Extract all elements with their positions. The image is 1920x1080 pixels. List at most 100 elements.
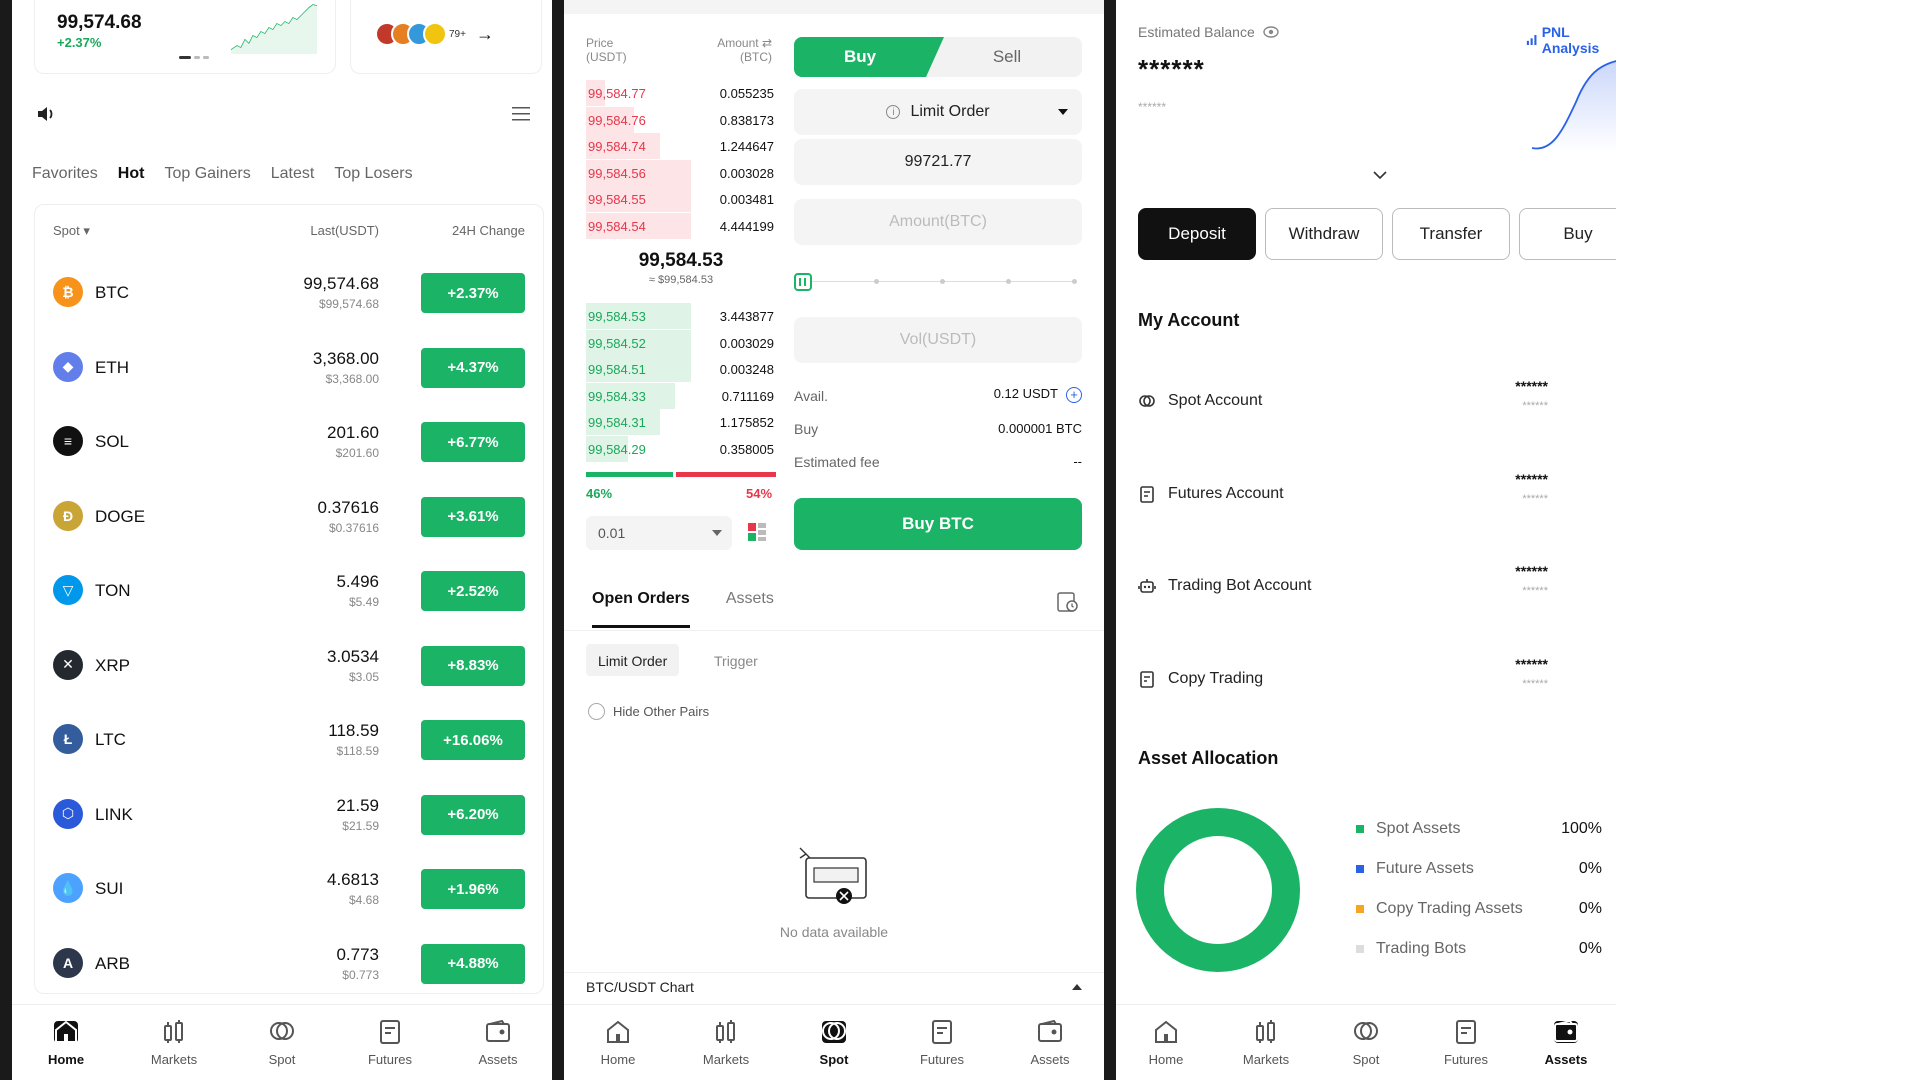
nav-home[interactable]: Home <box>1121 1018 1211 1067</box>
buy-button[interactable]: Buy <box>1519 208 1616 260</box>
ask-row[interactable]: 99,584.56 0.003028 <box>586 159 776 186</box>
amount-slider[interactable] <box>794 272 1082 292</box>
coin-row-doge[interactable]: Ð DOGE 0.37616 $0.37616 +3.61% <box>35 477 543 551</box>
price-input[interactable]: 99721.77 <box>794 139 1082 185</box>
nav-markets[interactable]: Markets <box>1221 1018 1311 1067</box>
tab-assets[interactable]: Assets <box>726 590 774 608</box>
transfer-button[interactable]: Transfer <box>1392 208 1510 260</box>
info-icon[interactable]: i <box>886 105 901 119</box>
nav-home[interactable]: Home <box>21 1018 111 1067</box>
tab-top-gainers[interactable]: Top Gainers <box>164 165 250 183</box>
buy-tab[interactable]: Buy <box>794 37 944 77</box>
coin-row-arb[interactable]: A ARB 0.773 $0.773 +4.88% <box>35 924 543 998</box>
bid-row[interactable]: 99,584.53 3.443877 <box>586 303 776 329</box>
bid-row[interactable]: 99,584.51 0.003248 <box>586 356 776 382</box>
chart-toggle-bar[interactable]: BTC/USDT Chart <box>564 972 1104 1002</box>
coin-row-btc[interactable]: ₿ BTC 99,574.68 $99,574.68 +2.37% <box>35 253 543 327</box>
change-badge[interactable]: +3.61% <box>421 496 525 537</box>
btc-price-card[interactable]: 99,574.68 +2.37% <box>34 0 336 74</box>
mid-price[interactable]: 99,584.53 ≈ $99,584.53 <box>586 250 776 286</box>
coin-row-eth[interactable]: ◆ ETH 3,368.00 $3,368.00 +4.37% <box>35 328 543 402</box>
chevron-down-icon[interactable] <box>1372 170 1388 180</box>
ask-row[interactable]: 99,584.55 0.003481 <box>586 186 776 212</box>
amount-input[interactable]: Amount(BTC) <box>794 199 1082 245</box>
speaker-icon[interactable] <box>36 104 58 124</box>
ask-row[interactable]: 99,584.77 0.055235 <box>586 80 776 106</box>
deposit-button[interactable]: Deposit <box>1138 208 1256 260</box>
account-row-trading-bot-account[interactable]: Trading Bot Account ****** ****** <box>1138 563 1616 623</box>
change-header[interactable]: 24H Change <box>452 223 525 238</box>
tab-top-losers[interactable]: Top Losers <box>334 165 412 183</box>
price-step-select[interactable]: 0.01 <box>586 516 732 550</box>
bid-row[interactable]: 99,584.31 1.175852 <box>586 409 776 435</box>
account-row-spot-account[interactable]: Spot Account ****** ****** <box>1138 378 1616 438</box>
nav-futures[interactable]: Futures <box>897 1018 987 1067</box>
orderbook-layout-icon[interactable] <box>747 522 767 542</box>
orders-tabs: Open Orders Assets <box>592 590 774 628</box>
slider-handle[interactable] <box>794 273 812 291</box>
nav-home[interactable]: Home <box>573 1018 663 1067</box>
coin-row-ton[interactable]: ▽ TON 5.496 $5.49 +2.52% <box>35 551 543 625</box>
last-price-header[interactable]: Last(USDT) <box>310 223 379 238</box>
tab-favorites[interactable]: Favorites <box>32 165 98 183</box>
change-badge[interactable]: +2.37% <box>421 273 525 313</box>
change-badge[interactable]: +8.83% <box>421 645 525 686</box>
coin-symbol: ARB <box>95 953 130 973</box>
eye-icon[interactable] <box>1263 26 1279 38</box>
add-funds-icon[interactable]: + <box>1066 386 1082 403</box>
market-list: Spot ▾ Last(USDT) 24H Change ₿ BTC 99,574.… <box>34 204 544 994</box>
order-type-select[interactable]: i Limit Order <box>794 89 1082 135</box>
order-history-icon[interactable] <box>1056 590 1080 614</box>
ask-row[interactable]: 99,584.54 4.444199 <box>586 212 776 239</box>
hide-other-pairs-toggle[interactable]: Hide Other Pairs <box>588 703 709 720</box>
coin-row-sol[interactable]: ≡ SOL 201.60 $201.60 +6.77% <box>35 402 543 476</box>
bid-row[interactable]: 99,584.33 0.711169 <box>586 382 776 409</box>
market-tabs: Favorites Hot Top Gainers Latest Top Los… <box>32 165 413 183</box>
coin-row-sui[interactable]: 💧 SUI 4.6813 $4.68 +1.96% <box>35 849 543 923</box>
filter-trigger[interactable]: Trigger <box>702 644 770 676</box>
withdraw-button[interactable]: Withdraw <box>1265 208 1383 260</box>
coin-usd-price: $0.773 <box>342 967 379 982</box>
change-badge[interactable]: +16.06% <box>421 720 525 760</box>
amount-col-label[interactable]: Amount ⇄ <box>717 36 772 50</box>
nav-futures[interactable]: Futures <box>345 1018 435 1067</box>
account-row-futures-account[interactable]: Futures Account ****** ****** <box>1138 471 1616 531</box>
balance-trend-chart[interactable] <box>1532 52 1616 152</box>
coin-row-link[interactable]: ⬡ LINK 21.59 $21.59 +6.20% <box>35 775 543 849</box>
coin-row-xrp[interactable]: ✕ XRP 3.0534 $3.05 +8.83% <box>35 626 543 700</box>
change-badge[interactable]: +4.88% <box>421 943 525 984</box>
sell-tab[interactable]: Sell <box>932 37 1082 77</box>
change-badge[interactable]: +6.20% <box>421 794 525 835</box>
volume-input[interactable]: Vol(USDT) <box>794 317 1082 363</box>
buy-btc-button[interactable]: Buy BTC <box>794 498 1082 550</box>
nav-markets[interactable]: Markets <box>129 1018 219 1067</box>
nav-futures[interactable]: Futures <box>1421 1018 1511 1067</box>
radio-button[interactable] <box>588 703 605 720</box>
change-badge[interactable]: +4.37% <box>421 347 525 388</box>
community-card[interactable]: 79+ → <box>350 0 542 74</box>
account-row-copy-trading[interactable]: Copy Trading ****** ****** <box>1138 656 1616 716</box>
nav-assets[interactable]: Assets <box>1521 1018 1611 1067</box>
bid-row[interactable]: 99,584.29 0.358005 <box>586 435 776 462</box>
bid-row[interactable]: 99,584.52 0.003029 <box>586 329 776 356</box>
change-badge[interactable]: +6.77% <box>421 422 525 462</box>
change-badge[interactable]: +1.96% <box>421 869 525 909</box>
filter-limit-order[interactable]: Limit Order <box>586 644 680 676</box>
nav-markets[interactable]: Markets <box>681 1018 771 1067</box>
tab-hot[interactable]: Hot <box>118 165 145 183</box>
tab-latest[interactable]: Latest <box>271 165 315 183</box>
nav-spot[interactable]: Spot <box>789 1018 879 1067</box>
nav-assets[interactable]: Assets <box>1005 1018 1095 1067</box>
ask-row[interactable]: 99,584.74 1.244647 <box>586 133 776 159</box>
spot-filter[interactable]: Spot ▾ <box>53 223 90 239</box>
nav-spot[interactable]: Spot <box>237 1018 327 1067</box>
tab-open-orders[interactable]: Open Orders <box>592 590 690 628</box>
account-balance-masked: ****** <box>1515 378 1548 394</box>
ask-row[interactable]: 99,584.76 0.838173 <box>586 106 776 133</box>
coin-row-ltc[interactable]: Ł LTC 118.59 $118.59 +16.06% <box>35 700 543 774</box>
nav-assets[interactable]: Assets <box>453 1018 543 1067</box>
markets-icon <box>716 1020 735 1043</box>
list-menu-icon[interactable] <box>512 106 530 122</box>
change-badge[interactable]: +2.52% <box>421 571 525 611</box>
nav-spot[interactable]: Spot <box>1321 1018 1411 1067</box>
